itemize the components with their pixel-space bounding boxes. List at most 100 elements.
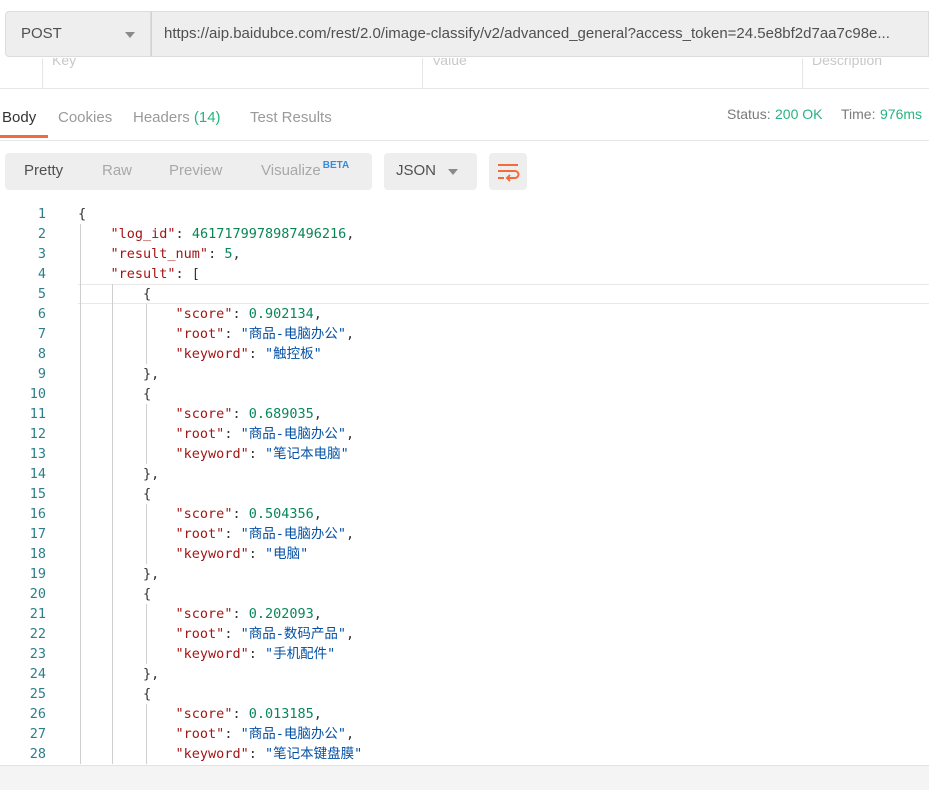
line-number: 28 <box>29 746 46 762</box>
status-footer <box>0 765 929 790</box>
code-token: "商品-电脑办公" <box>240 526 346 542</box>
line-number: 20 <box>29 586 46 602</box>
chevron-down-icon <box>448 169 458 175</box>
line-number: 4 <box>37 266 46 282</box>
code-token: , <box>232 246 241 262</box>
code-text: "root": "商品-电脑办公", <box>78 324 355 344</box>
tab-headers[interactable]: Headers (14) <box>133 109 221 126</box>
code-token: 0.902134 <box>248 306 314 322</box>
code-token: "keyword" <box>175 446 249 462</box>
code-token: , <box>313 706 322 722</box>
request-bar: POST https://aip.baidubce.com/rest/2.0/i… <box>5 11 929 57</box>
code-token: : <box>248 346 265 362</box>
line-number: 17 <box>29 526 46 542</box>
language-select[interactable]: JSON <box>384 153 477 190</box>
line-number: 16 <box>29 506 46 522</box>
code-line: 18 "keyword": "电脑" <box>0 544 929 564</box>
line-number: 9 <box>37 366 46 382</box>
code-text: "score": 0.902134, <box>78 304 322 324</box>
line-number: 10 <box>29 386 46 402</box>
code-token: "root" <box>175 426 225 442</box>
code-token: { <box>78 386 152 402</box>
code-line: 14 }, <box>0 464 929 484</box>
code-token: "root" <box>175 326 225 342</box>
code-token: : <box>232 606 249 622</box>
url-input[interactable]: https://aip.baidubce.com/rest/2.0/image-… <box>151 11 929 57</box>
code-line: 27 "root": "商品-电脑办公", <box>0 724 929 744</box>
preview-button[interactable]: Preview <box>169 162 222 179</box>
code-text: }, <box>78 564 159 584</box>
code-line: 8 "keyword": "触控板" <box>0 344 929 364</box>
line-number: 6 <box>37 306 46 322</box>
line-number: 8 <box>37 346 46 362</box>
wrap-lines-button[interactable] <box>489 153 527 190</box>
response-body-editor[interactable]: 1{2 "log_id": 4617179978987496216, 3 "res… <box>0 204 929 764</box>
code-text: "root": "商品-电脑办公", <box>78 424 355 444</box>
params-value-header: Value <box>432 58 467 68</box>
code-text: "score": 0.202093, <box>78 604 322 624</box>
code-token: 0.689035 <box>248 406 314 422</box>
code-text: }, <box>78 664 159 684</box>
tab-headers-label: Headers <box>133 109 190 126</box>
code-line: 3 "result_num": 5, <box>0 244 929 264</box>
code-token: "商品-电脑办公" <box>240 426 346 442</box>
code-token: : <box>248 746 265 762</box>
time-label: Time: <box>841 106 876 122</box>
chevron-down-icon <box>125 32 135 38</box>
code-line: 4 "result": [ <box>0 264 929 284</box>
code-token: : <box>208 246 225 262</box>
tab-cookies[interactable]: Cookies <box>58 109 112 126</box>
code-token: "keyword" <box>175 646 249 662</box>
code-text: "result": [ <box>78 264 200 284</box>
line-number: 13 <box>29 446 46 462</box>
headers-count-badge: (14) <box>193 109 221 126</box>
code-token: 0.504356 <box>248 506 314 522</box>
visualize-button[interactable]: Visualize BETA <box>261 160 349 179</box>
tab-body[interactable]: Body <box>2 109 36 126</box>
code-text: { <box>78 204 86 224</box>
line-number: 19 <box>29 566 46 582</box>
code-token: , <box>345 426 355 442</box>
active-tab-indicator <box>0 135 48 138</box>
params-description-header: Description <box>812 58 883 68</box>
column-divider <box>42 58 43 88</box>
line-number: 26 <box>29 706 46 722</box>
code-token: "score" <box>175 706 233 722</box>
code-line: 20 { <box>0 584 929 604</box>
code-token: }, <box>78 466 160 482</box>
method-select[interactable]: POST <box>5 11 151 57</box>
line-number: 12 <box>29 426 46 442</box>
status-value[interactable]: 200 OK <box>775 106 822 122</box>
code-token: }, <box>78 566 160 582</box>
time-value[interactable]: 976ms <box>880 106 922 122</box>
code-line: 21 "score": 0.202093, <box>0 604 929 624</box>
code-token: , <box>345 326 355 342</box>
line-number: 22 <box>29 626 46 642</box>
code-token: { <box>78 286 152 302</box>
code-token: 0.013185 <box>248 706 314 722</box>
params-table-header: Key Value Description <box>0 58 929 89</box>
code-token: }, <box>78 366 160 382</box>
tab-test-results[interactable]: Test Results <box>250 109 332 126</box>
code-text: "keyword": "笔记本键盘膜" <box>78 744 363 764</box>
code-token: : <box>224 526 241 542</box>
column-divider <box>802 58 803 88</box>
code-token: , <box>345 626 355 642</box>
line-number: 3 <box>37 246 46 262</box>
code-line: 17 "root": "商品-电脑办公", <box>0 524 929 544</box>
code-token: "result_num" <box>110 246 209 262</box>
code-line: 1{ <box>0 204 929 224</box>
code-token: , <box>345 726 355 742</box>
raw-button[interactable]: Raw <box>102 162 132 179</box>
pretty-button[interactable]: Pretty <box>24 162 63 179</box>
code-text: }, <box>78 464 159 484</box>
